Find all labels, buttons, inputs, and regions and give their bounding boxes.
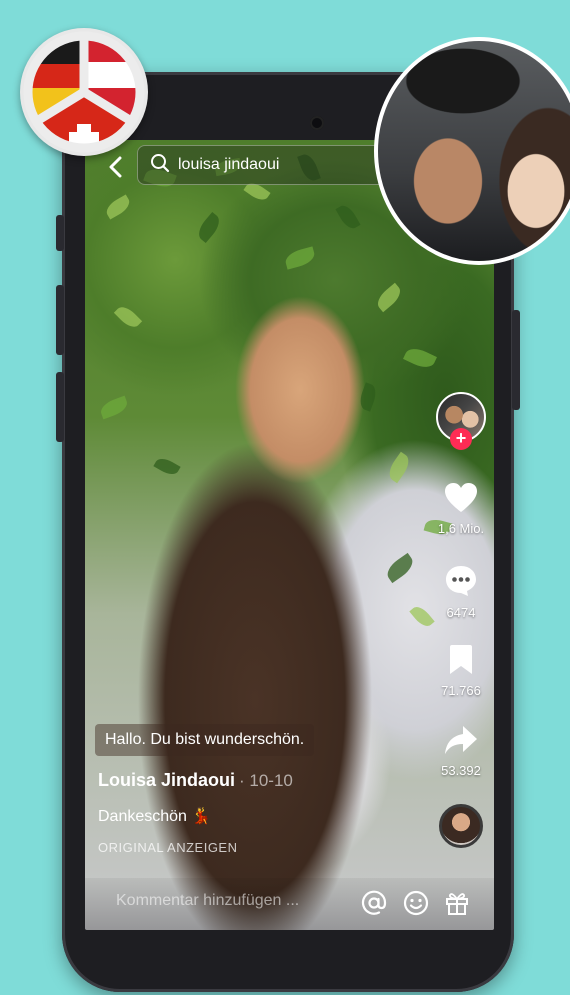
comment-bubble-icon <box>444 566 478 602</box>
back-arrow-icon[interactable] <box>103 154 129 180</box>
save-count: 71.766 <box>441 683 481 698</box>
phone-power-button <box>512 310 520 410</box>
search-icon <box>150 153 170 178</box>
search-query: louisa jindaoui <box>178 156 280 173</box>
follow-plus-button[interactable]: + <box>450 428 472 450</box>
emoji-icon[interactable] <box>403 890 429 916</box>
heart-icon <box>444 483 478 518</box>
couple-photo <box>374 37 570 265</box>
like-button[interactable]: 1,6 Mio. <box>435 482 487 536</box>
text-sticker: Hallo. Du bist wunderschön. <box>95 724 315 756</box>
search-bar[interactable]: louisa jindaoui <box>137 145 387 185</box>
author-line[interactable]: Louisa Jindaoui · 10-10 <box>98 770 293 791</box>
dach-flags-icon <box>23 31 145 153</box>
dancer-emoji: 💃 <box>191 808 212 825</box>
gift-icon[interactable] <box>444 890 470 916</box>
creator-avatar[interactable]: + <box>436 392 486 450</box>
caption-text: Dankeschön <box>98 808 187 825</box>
music-disc[interactable] <box>439 804 483 848</box>
save-button[interactable]: 71.766 <box>435 644 487 698</box>
bookmark-icon <box>448 645 474 680</box>
comment-bar: Kommentar hinzufügen ... <box>85 878 494 930</box>
share-arrow-icon <box>444 726 478 760</box>
like-count: 1,6 Mio. <box>437 521 485 536</box>
comment-count: 6474 <box>446 605 476 620</box>
post-date: · 10-10 <box>239 771 293 790</box>
comment-input[interactable]: Kommentar hinzufügen ... <box>116 892 299 910</box>
phone-volume-up <box>56 285 64 355</box>
phone-mute-switch <box>56 215 64 251</box>
share-count: 53.392 <box>441 763 481 778</box>
video-screen[interactable]: louisa jindaoui + 1,6 Mio. 6474 71.766 5… <box>85 140 494 930</box>
mention-icon[interactable] <box>361 890 387 916</box>
front-camera <box>310 116 324 130</box>
video-caption: Dankeschön 💃 <box>98 806 211 826</box>
flag-badge <box>20 28 148 156</box>
phone-volume-down <box>56 372 64 442</box>
author-name[interactable]: Louisa Jindaoui <box>98 770 235 790</box>
show-original-link[interactable]: ORIGINAL ANZEIGEN <box>98 840 238 855</box>
share-button[interactable]: 53.392 <box>435 724 487 778</box>
comment-button[interactable]: 6474 <box>435 564 487 620</box>
